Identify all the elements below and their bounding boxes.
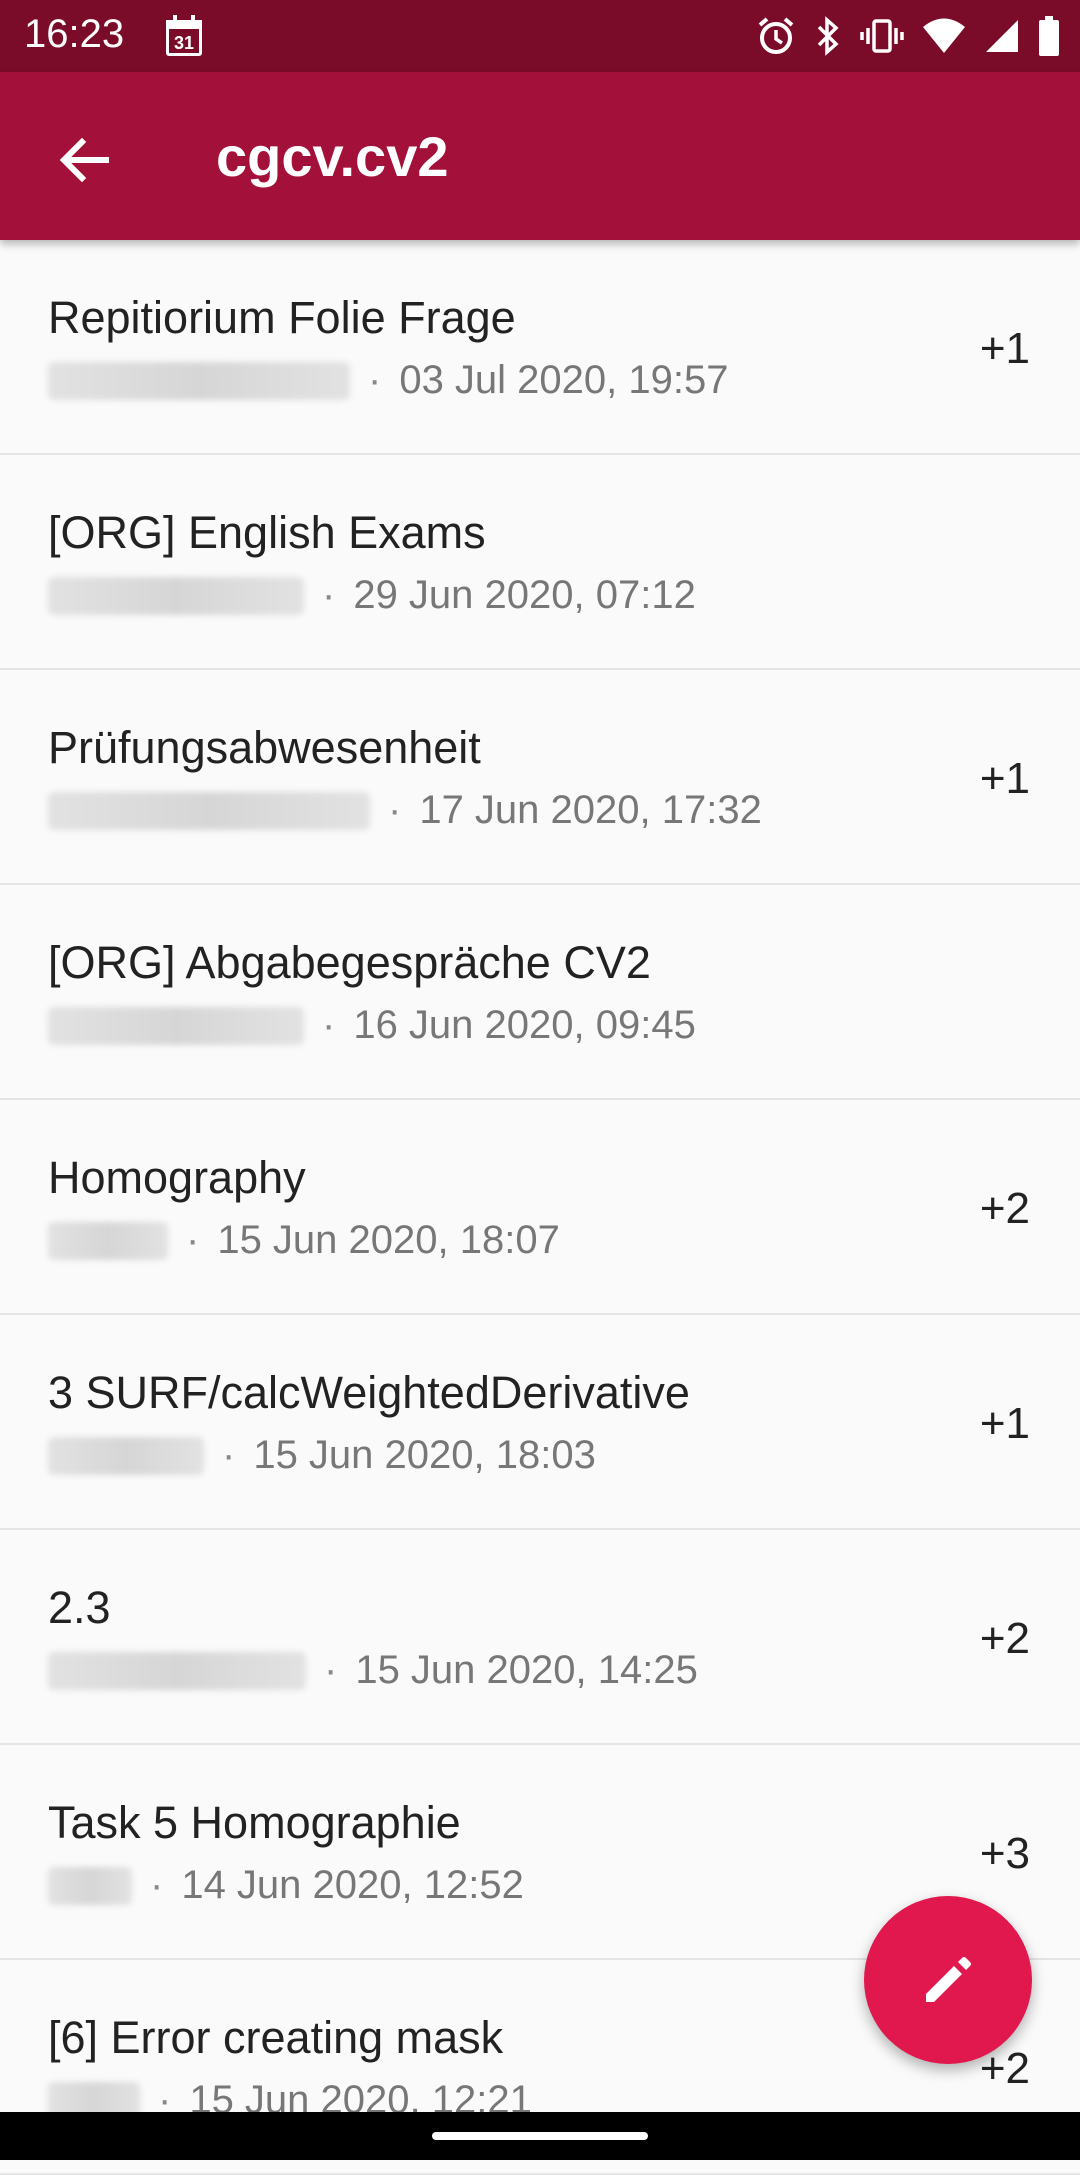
thread-title: [6] Error creating mask bbox=[48, 2012, 504, 2063]
thread-date: 17 Jun 2020, 17:32 bbox=[419, 788, 762, 832]
thread-title: Homography bbox=[48, 1152, 306, 1203]
author-name-redacted bbox=[48, 576, 304, 615]
thread-meta: · 14 Jun 2020, 12:52 bbox=[48, 1863, 524, 1908]
home-gesture-handle[interactable] bbox=[432, 2132, 648, 2140]
wifi-icon bbox=[923, 18, 965, 53]
thread-title: Prüfungsabwesenheit bbox=[48, 722, 481, 773]
thread-row[interactable]: [ORG] English Exams · 29 Jun 2020, 07:12 bbox=[0, 455, 1080, 670]
status-time: 16:23 bbox=[24, 12, 125, 56]
thread-date: 15 Jun 2020, 18:07 bbox=[217, 1218, 560, 1262]
thread-date: 15 Jun 2020, 14:25 bbox=[355, 1648, 698, 1692]
battery-icon bbox=[1039, 16, 1059, 56]
thread-title: 3 SURF/calcWeightedDerivative bbox=[48, 1367, 690, 1418]
navigation-bar bbox=[0, 2112, 1080, 2160]
meta-separator: · bbox=[150, 1863, 164, 1907]
reply-count: +1 bbox=[979, 324, 1030, 373]
compose-fab[interactable] bbox=[864, 1896, 1032, 2064]
page-title: cgcv.cv2 bbox=[216, 125, 449, 188]
thread-row[interactable]: 3 SURF/calcWeightedDerivative · 15 Jun 2… bbox=[0, 1315, 1080, 1530]
thread-meta: · 15 Jun 2020, 18:03 bbox=[48, 1433, 596, 1478]
thread-date: 03 Jul 2020, 19:57 bbox=[399, 358, 729, 402]
thread-meta: · 17 Jun 2020, 17:32 bbox=[48, 788, 762, 833]
meta-separator: · bbox=[322, 573, 336, 617]
bluetooth-icon bbox=[817, 16, 839, 56]
thread-title: 2.3 bbox=[48, 1582, 111, 1633]
reply-count: +1 bbox=[979, 754, 1030, 803]
vibrate-icon bbox=[860, 19, 904, 53]
pencil-icon bbox=[926, 1957, 971, 2002]
author-name-redacted bbox=[48, 1221, 168, 1260]
thread-date: 16 Jun 2020, 09:45 bbox=[353, 1003, 696, 1047]
author-name-redacted bbox=[48, 1651, 306, 1690]
meta-separator: · bbox=[222, 1433, 236, 1477]
thread-row[interactable]: Homography · 15 Jun 2020, 18:07 +2 bbox=[0, 1100, 1080, 1315]
meta-separator: · bbox=[368, 358, 382, 402]
status-bar: 16:23 31 bbox=[0, 0, 1080, 72]
author-name-redacted bbox=[48, 361, 350, 400]
meta-separator: · bbox=[324, 1648, 338, 1692]
back-button[interactable] bbox=[40, 116, 128, 204]
thread-date: 15 Jun 2020, 18:03 bbox=[253, 1433, 596, 1477]
meta-separator: · bbox=[388, 788, 402, 832]
thread-title: Task 5 Homographie bbox=[48, 1797, 461, 1848]
thread-date: 14 Jun 2020, 12:52 bbox=[181, 1863, 524, 1907]
reply-count: +1 bbox=[979, 1399, 1030, 1448]
thread-list: Repitiorium Folie Frage · 03 Jul 2020, 1… bbox=[0, 240, 1080, 2175]
author-name-redacted bbox=[48, 1866, 132, 1905]
app-bar: cgcv.cv2 bbox=[0, 72, 1080, 240]
thread-row[interactable]: Prüfungsabwesenheit · 17 Jun 2020, 17:32… bbox=[0, 670, 1080, 885]
arrow-back-icon bbox=[59, 137, 109, 183]
calendar-icon: 31 bbox=[166, 15, 202, 56]
thread-title: [ORG] English Exams bbox=[48, 507, 486, 558]
thread-meta: · 03 Jul 2020, 19:57 bbox=[48, 358, 729, 403]
author-name-redacted bbox=[48, 1436, 204, 1475]
thread-row[interactable]: Repitiorium Folie Frage · 03 Jul 2020, 1… bbox=[0, 240, 1080, 455]
reply-count: +2 bbox=[979, 1184, 1030, 1233]
cellular-icon bbox=[986, 20, 1018, 52]
thread-row[interactable]: 2.3 · 15 Jun 2020, 14:25 +2 bbox=[0, 1530, 1080, 1745]
thread-title: [ORG] Abgabegespräche CV2 bbox=[48, 937, 651, 988]
thread-title: Repitiorium Folie Frage bbox=[48, 292, 516, 343]
meta-separator: · bbox=[322, 1003, 336, 1047]
thread-meta: · 16 Jun 2020, 09:45 bbox=[48, 1003, 696, 1048]
reply-count: +3 bbox=[979, 1829, 1030, 1878]
thread-meta: · 29 Jun 2020, 07:12 bbox=[48, 573, 696, 618]
reply-count: +2 bbox=[979, 1614, 1030, 1663]
thread-date: 29 Jun 2020, 07:12 bbox=[353, 573, 696, 617]
author-name-redacted bbox=[48, 1006, 304, 1045]
thread-row[interactable]: [ORG] Abgabegespräche CV2 · 16 Jun 2020,… bbox=[0, 885, 1080, 1100]
calendar-day: 31 bbox=[174, 33, 194, 53]
author-name-redacted bbox=[48, 791, 370, 830]
alarm-icon bbox=[758, 17, 794, 54]
meta-separator: · bbox=[186, 1218, 200, 1262]
thread-meta: · 15 Jun 2020, 14:25 bbox=[48, 1648, 698, 1693]
thread-meta: · 15 Jun 2020, 18:07 bbox=[48, 1218, 560, 1263]
